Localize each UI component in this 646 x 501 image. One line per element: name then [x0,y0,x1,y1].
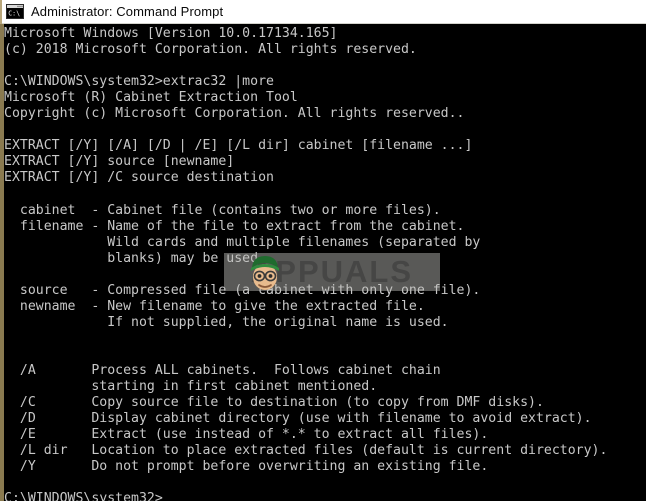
command-prompt-window: C:\ Administrator: Command Prompt Micros… [0,0,646,501]
window-title-text: Administrator: Command Prompt [31,4,224,19]
svg-text:C:\: C:\ [8,9,20,17]
console-output-area[interactable]: Microsoft Windows [Version 10.0.17134.16… [0,24,646,501]
console-window-icon: C:\ [6,4,24,19]
console-text: Microsoft Windows [Version 10.0.17134.16… [4,26,608,501]
titlebar-left-accent [0,0,2,24]
window-titlebar[interactable]: C:\ Administrator: Command Prompt [0,0,646,24]
